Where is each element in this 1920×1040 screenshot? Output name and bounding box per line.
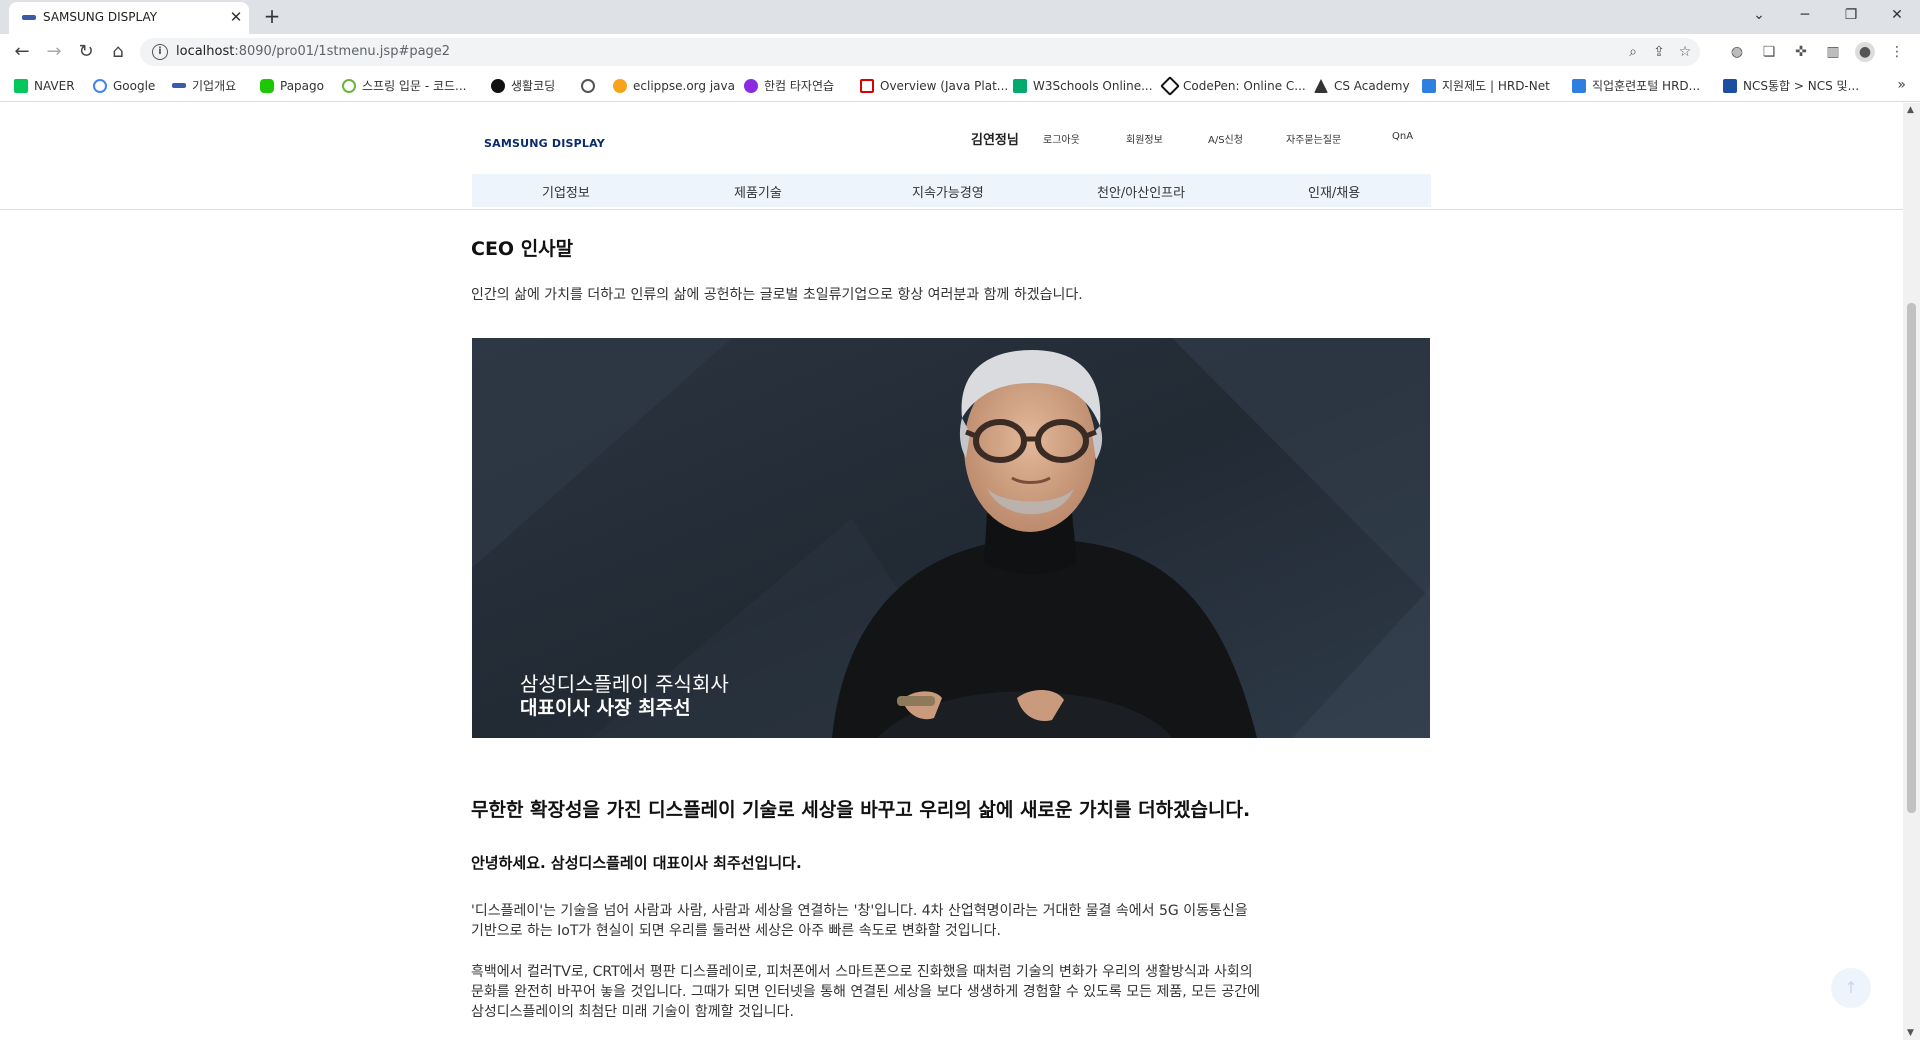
bookmark-hrd-portal[interactable]: 직업훈련포털 HRD... [1572, 77, 1700, 95]
bookmark-hrd-net[interactable]: 지원제도 | HRD-Net [1422, 77, 1550, 95]
paragraph-line: 기반으로 하는 IoT가 현실이 되면 우리를 둘러싼 세상은 아주 빠른 속도… [471, 923, 1001, 939]
logout-link[interactable]: 로그아웃 [1043, 131, 1080, 146]
oracle-icon [860, 79, 874, 93]
reload-icon[interactable]: ↻ [74, 40, 98, 64]
member-info-link[interactable]: 회원정보 [1126, 131, 1163, 146]
cs-academy-icon [1314, 79, 1328, 93]
ncs-icon [1723, 79, 1737, 93]
greeting-text: 안녕하세요. 삼성디스플레이 대표이사 최주선입니다. [471, 854, 802, 872]
extension-globe-icon[interactable]: ◍ [1727, 42, 1747, 62]
address-bar[interactable]: i localhost:8090/pro01/1stmenu.jsp#page2… [140, 38, 1700, 66]
bookmark-spring[interactable]: 스프링 입문 - 코드... [342, 77, 467, 95]
tab-search-icon[interactable]: ⌄ [1736, 0, 1782, 32]
qna-link[interactable]: QnA [1392, 131, 1413, 142]
nav-careers[interactable]: 인재/채용 [1308, 182, 1360, 201]
bookmark-w3schools[interactable]: W3Schools Online... [1013, 77, 1153, 95]
scroll-up-arrow-icon[interactable]: ▲ [1907, 105, 1914, 115]
message-headline: 무한한 확장성을 가진 디스플레이 기술로 세상을 바꾸고 우리의 삶에 새로운… [471, 799, 1251, 821]
opentutorials-icon [491, 79, 505, 93]
google-icon [93, 79, 107, 93]
forward-icon[interactable]: → [42, 40, 66, 64]
bookmark-star-icon[interactable]: ☆ [1676, 43, 1694, 61]
bookmark-naver[interactable]: NAVER [14, 77, 75, 95]
bookmark-java-docs[interactable]: Overview (Java Plat... [860, 77, 1008, 95]
paragraph-line: 흑백에서 컬러TV로, CRT에서 평판 디스플레이로, 피처폰에서 스마트폰으… [471, 964, 1253, 980]
page-scrollbar[interactable]: ▲ ▼ [1903, 103, 1920, 1040]
site-logo[interactable]: SAMSUNG DISPLAY [484, 137, 605, 150]
bookmark-papago[interactable]: Papago [260, 77, 324, 95]
message-paragraph-1: '디스플레이'는 기술을 넘어 사람과 사람, 사람과 세상을 연결하는 '창'… [471, 901, 1401, 941]
bookmark-globe[interactable] [581, 77, 601, 95]
hrd-portal-icon [1572, 79, 1586, 93]
message-paragraph-2: 흑백에서 컬러TV로, CRT에서 평판 디스플레이로, 피처폰에서 스마트폰으… [471, 962, 1401, 1022]
bookmarks-overflow-icon[interactable]: » [1897, 77, 1906, 93]
paragraph-line: 문화를 완전히 바꾸어 놓을 것입니다. 그때가 되면 인터넷을 통해 연결된 … [471, 984, 1260, 1000]
browser-tabstrip: SAMSUNG DISPLAY ✕ + ⌄ ─ ❐ ✕ [0, 0, 1920, 34]
paragraph-line: '디스플레이'는 기술을 넘어 사람과 사람, 사람과 세상을 연결하는 '창'… [471, 903, 1248, 919]
papago-icon [260, 79, 274, 93]
bookmark-ncs[interactable]: NCS통합 > NCS 및... [1723, 77, 1859, 95]
scrollbar-thumb[interactable] [1907, 303, 1916, 813]
w3schools-icon [1013, 79, 1027, 93]
lead-text: 인간의 삶에 가치를 더하고 인류의 삶에 공헌하는 글로벌 초일류기업으로 항… [471, 287, 1083, 303]
naver-icon [14, 79, 28, 93]
image-caption-ceo-name: 대표이사 사장 최주선 [520, 697, 691, 719]
eclipse-icon [613, 79, 627, 93]
browser-toolbar: ← → ↻ ⌂ i localhost:8090/pro01/1stmenu.j… [0, 34, 1920, 70]
tab-close-icon[interactable]: ✕ [227, 8, 245, 26]
ceo-portrait-image: 삼성디스플레이 주식회사 대표이사 사장 최주선 [472, 338, 1430, 738]
side-panel-icon[interactable]: ▥ [1823, 42, 1843, 62]
nav-products-tech[interactable]: 제품기술 [734, 182, 782, 201]
zoom-icon[interactable]: ⌕ [1624, 43, 1642, 61]
bookmark-eclipse[interactable]: eclippse.org java [613, 77, 735, 95]
main-navigation: 기업정보 제품기술 지속가능경영 천안/아산인프라 인재/채용 [472, 174, 1431, 207]
hrd-net-icon [1422, 79, 1436, 93]
page-viewport: SAMSUNG DISPLAY 김연정님 로그아웃 회원정보 A/S신청 자주묻… [0, 103, 1903, 1040]
bookmark-codepen[interactable]: CodePen: Online C... [1160, 76, 1306, 96]
site-info-icon[interactable]: i [152, 44, 168, 60]
share-icon[interactable]: ⇪ [1650, 43, 1668, 61]
samsung-favicon-icon [22, 15, 36, 20]
nav-infra[interactable]: 천안/아산인프라 [1097, 182, 1185, 201]
bookmarks-bar: NAVER Google 기업개요 Papago 스프링 입문 - 코드... … [0, 70, 1920, 102]
paragraph-line: 삼성디스플레이의 최첨단 미래 기술이 함께할 것입니다. [471, 1004, 794, 1020]
restore-button[interactable]: ❐ [1828, 0, 1874, 32]
url-text[interactable]: localhost:8090/pro01/1stmenu.jsp#page2 [176, 44, 450, 59]
as-request-link[interactable]: A/S신청 [1208, 131, 1243, 146]
home-icon[interactable]: ⌂ [106, 40, 130, 64]
site-header: SAMSUNG DISPLAY 김연정님 로그아웃 회원정보 A/S신청 자주묻… [0, 103, 1903, 210]
browser-tab[interactable]: SAMSUNG DISPLAY ✕ [9, 2, 249, 34]
nav-company-info[interactable]: 기업정보 [542, 182, 590, 201]
back-icon[interactable]: ← [10, 40, 34, 64]
profile-avatar-icon[interactable]: ● [1855, 42, 1875, 62]
bookmark-opentutorials[interactable]: 생활코딩 [491, 77, 555, 95]
minimize-button[interactable]: ─ [1782, 0, 1828, 32]
page-title: CEO 인사말 [471, 238, 574, 260]
bookmark-company[interactable]: 기업개요 [172, 77, 236, 95]
globe-icon [581, 79, 595, 93]
scroll-to-top-button[interactable]: ↑ [1831, 968, 1871, 1008]
faq-link[interactable]: 자주묻는질문 [1286, 131, 1341, 146]
tab-title: SAMSUNG DISPLAY [43, 10, 158, 24]
browser-menu-icon[interactable]: ⋮ [1887, 42, 1907, 62]
hancom-icon [744, 79, 758, 93]
bookmark-google[interactable]: Google [93, 77, 155, 95]
scroll-down-arrow-icon[interactable]: ▼ [1907, 1028, 1914, 1038]
nav-sustainability[interactable]: 지속가능경영 [912, 182, 984, 201]
extension-copy-icon[interactable]: ❏ [1759, 42, 1779, 62]
new-tab-button[interactable]: + [260, 5, 284, 29]
codepen-icon [1160, 76, 1180, 96]
samsung-favicon-icon [172, 83, 186, 88]
bookmark-cs-academy[interactable]: CS Academy [1314, 77, 1410, 95]
window-close-button[interactable]: ✕ [1874, 0, 1920, 32]
bookmark-hancom[interactable]: 한컴 타자연습 [744, 77, 834, 95]
inflearn-icon [342, 79, 356, 93]
extensions-puzzle-icon[interactable]: ✜ [1791, 42, 1811, 62]
user-name: 김연정님 [971, 133, 1019, 148]
